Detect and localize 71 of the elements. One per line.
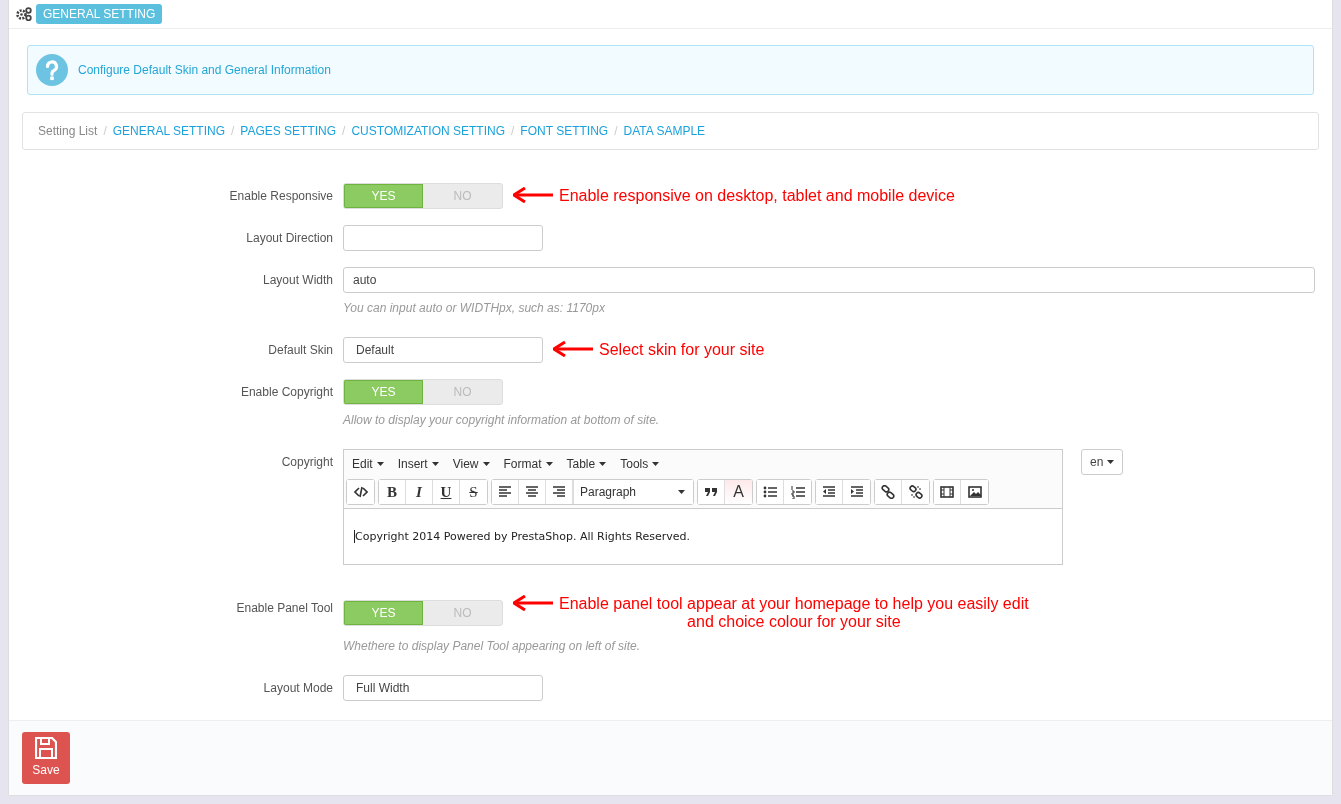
caret-icon [599, 462, 607, 466]
code-button[interactable] [347, 480, 374, 504]
editor-menu[interactable]: Insert [393, 453, 443, 475]
align-right-icon [552, 485, 566, 499]
caret-icon [545, 462, 553, 466]
field-label: Layout Direction [245, 230, 334, 247]
breadcrumb-separator: / [103, 123, 107, 140]
unlink-icon [908, 485, 923, 499]
arrow-icon [513, 595, 553, 611]
editor-menu[interactable]: Edit [348, 453, 388, 475]
indent-icon [849, 485, 864, 499]
breadcrumb-separator: / [511, 123, 515, 140]
select-field[interactable]: Default [343, 337, 543, 363]
editor-menu[interactable]: View [448, 453, 494, 475]
caret-icon [482, 462, 490, 466]
annotation-text: Enable panel tool appear at your homepage to help you easily edit and choice colour for your site [559, 595, 1029, 631]
bullet-list-button[interactable] [757, 480, 784, 504]
arrow-icon [513, 187, 553, 203]
film-button[interactable] [934, 480, 961, 504]
link-icon [881, 485, 895, 499]
format-button[interactable]: B [379, 480, 406, 504]
breadcrumb-separator: / [342, 123, 346, 140]
editor-menu[interactable]: Format [499, 453, 557, 475]
film-icon [940, 485, 954, 499]
caret-icon [376, 462, 384, 466]
text-input[interactable]: auto [343, 267, 1315, 293]
caret-icon [652, 462, 660, 466]
field-label: Copyright [280, 454, 334, 471]
link-button[interactable] [875, 480, 902, 504]
annotation-text: Enable responsive on desktop, tablet and mobile device [559, 187, 955, 205]
field-label: Enable Panel Tool [235, 600, 334, 617]
help-text: You can input auto or WIDTHpx, such as: 1170px [343, 300, 606, 317]
help-text: Whethere to display Panel Tool appearing on left of site. [343, 638, 642, 655]
gears-icon [16, 7, 32, 21]
outdent-icon [822, 485, 836, 499]
image-icon [967, 485, 982, 499]
align-center-icon [525, 485, 539, 499]
bullet-list-icon [763, 485, 777, 499]
block-format-select[interactable]: Paragraph [573, 480, 693, 504]
field-label: Enable Responsive [228, 188, 334, 205]
field-label: Layout Mode [262, 680, 334, 697]
quote-button[interactable] [698, 480, 725, 504]
field-label: Layout Width [261, 272, 334, 289]
align-left-icon [498, 485, 512, 499]
section-title: GENERAL SETTING [36, 4, 163, 24]
text-color-button[interactable]: A [725, 480, 752, 504]
caret-icon [678, 490, 685, 494]
help-text: Allow to display your copyright information at bottom of site. [343, 412, 661, 429]
breadcrumb-separator: / [614, 123, 618, 140]
annotation-text: Select skin for your site [599, 341, 765, 359]
alert-text: Configure Default Skin and General Information [78, 62, 331, 79]
field-label: Default Skin [267, 342, 334, 359]
save-button[interactable]: Save [22, 732, 70, 784]
breadcrumb-separator: / [230, 123, 235, 140]
arrow-icon [553, 341, 593, 357]
caret-icon [431, 462, 439, 466]
language-dropdown[interactable]: en [1081, 449, 1124, 475]
field-label: Enable Copyright [239, 384, 334, 401]
text-input[interactable] [343, 225, 543, 251]
editor-content: Copyright 2014 Powered by PrestaShop. All Rights Reserved. [354, 530, 690, 543]
breadcrumb-item: Setting List [38, 123, 98, 140]
caret-icon [1107, 460, 1115, 464]
code-icon [353, 485, 368, 499]
align-left-button[interactable] [492, 480, 519, 504]
question-icon [36, 54, 68, 86]
editor-menu[interactable]: Tools [616, 453, 664, 475]
numbered-list-icon [790, 485, 805, 499]
outdent-button[interactable] [816, 480, 843, 504]
select-field[interactable]: Full Width [343, 675, 543, 701]
quote-icon [704, 485, 718, 499]
editor-menu[interactable]: Table [562, 453, 611, 475]
